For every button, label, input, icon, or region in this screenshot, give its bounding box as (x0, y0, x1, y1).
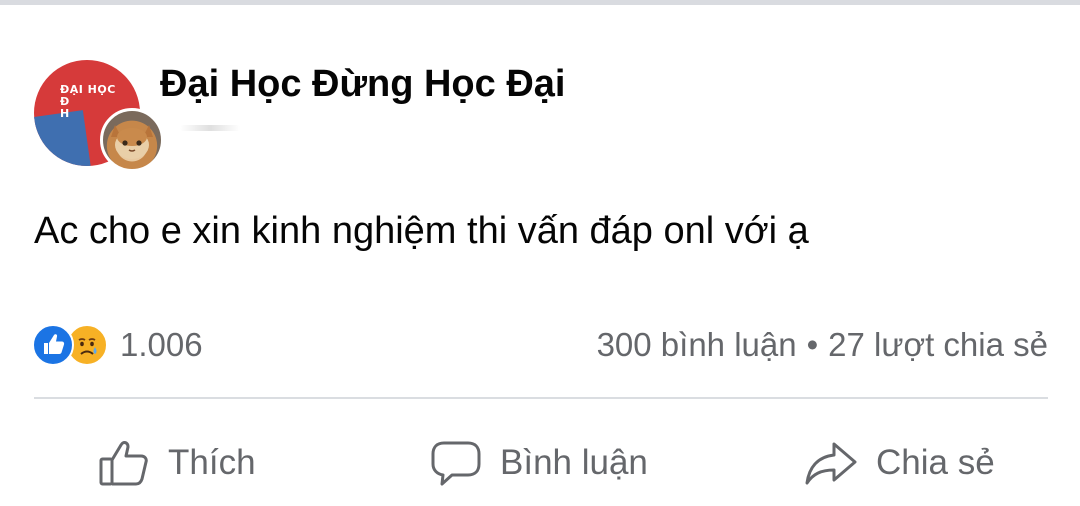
post-meta-blurred (180, 125, 240, 131)
thumbs-up-icon (99, 441, 148, 486)
reaction-count: 1.006 (120, 326, 203, 363)
page-avatar[interactable]: ĐẠI HỌC Đ H (34, 60, 164, 172)
comment-button[interactable]: Bình luận (430, 423, 648, 503)
logo-text: ĐẠI HỌC Đ H (60, 84, 116, 120)
reactions-summary[interactable]: 1.006 (32, 323, 203, 367)
share-count-link[interactable]: 27 lượt chia sẻ (828, 326, 1048, 364)
page-name[interactable]: Đại Học Đừng Học Đại (160, 63, 565, 106)
stats-separator: • (806, 326, 819, 363)
like-label: Thích (168, 443, 256, 482)
share-arrow-icon (805, 442, 857, 485)
share-label: Chia sẻ (876, 443, 995, 482)
post-stats: 300 bình luận • 27 lượt chia sẻ (597, 323, 1048, 367)
like-reaction-icon (32, 324, 74, 366)
comment-bubble-icon (431, 441, 481, 486)
post-card: ĐẠI HỌC Đ H Đại Học Đừng Học Đại Ac cho … (0, 5, 1080, 506)
post-text: Ac cho e xin kinh nghiệm thi vấn đáp onl… (34, 210, 809, 252)
cat-face-icon (111, 125, 153, 159)
like-button[interactable]: Thích (98, 423, 256, 503)
share-button[interactable]: Chia sẻ (804, 423, 995, 503)
action-bar: Thích Bình luận Chia sẻ (0, 423, 1080, 503)
comment-count-link[interactable]: 300 bình luận (597, 326, 797, 364)
divider (34, 397, 1048, 399)
comment-label: Bình luận (500, 443, 648, 482)
cat-avatar-icon (100, 108, 164, 172)
